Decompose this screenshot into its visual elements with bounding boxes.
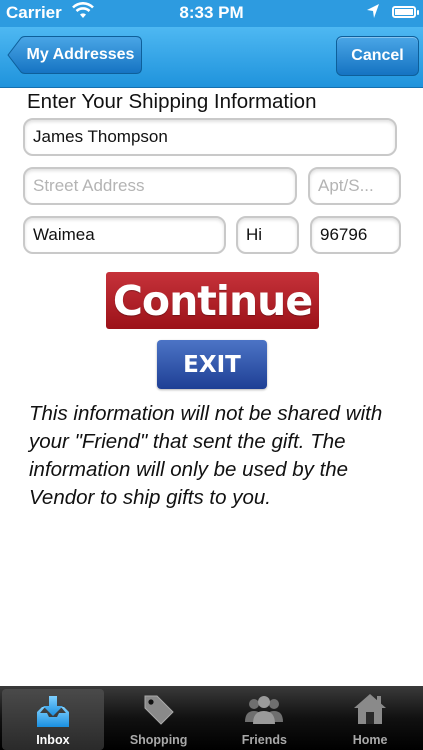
cancel-button[interactable]: Cancel (336, 36, 419, 76)
zip-field[interactable]: 96796 (310, 216, 401, 254)
form-heading: Enter Your Shipping Information (27, 90, 317, 113)
tab-home-label: Home (352, 733, 388, 747)
back-button[interactable]: My Addresses (7, 36, 142, 74)
tab-inbox-label: Inbox (36, 733, 70, 747)
tag-icon (141, 692, 177, 729)
state-field[interactable]: Hi (236, 216, 299, 254)
battery-icon (392, 6, 419, 18)
tab-shopping-label: Shopping (129, 733, 188, 747)
tab-inbox[interactable]: Inbox (2, 689, 104, 750)
exit-button[interactable]: EXIT (157, 340, 267, 389)
continue-button[interactable]: Continue (106, 272, 319, 329)
location-icon (366, 3, 380, 24)
people-icon (243, 692, 285, 729)
street-address-field[interactable]: Street Address (23, 167, 297, 205)
inbox-icon (35, 695, 71, 732)
status-bar: Carrier 8:33 PM (0, 0, 423, 27)
back-button-label: My Addresses (26, 46, 135, 63)
privacy-notice: This information will not be shared with… (29, 402, 383, 509)
home-icon (352, 692, 388, 729)
tab-friends[interactable]: Friends (212, 686, 318, 750)
tab-shopping[interactable]: Shopping (106, 686, 212, 750)
clock: 8:33 PM (179, 3, 244, 22)
navigation-bar: My Addresses Cancel (0, 27, 423, 88)
tab-bar: Inbox Shopping Friends Home (0, 686, 423, 750)
name-field[interactable]: James Thompson (23, 118, 397, 156)
apt-suite-field[interactable]: Apt/S... (308, 167, 401, 205)
city-field[interactable]: Waimea (23, 216, 226, 254)
tab-home[interactable]: Home (317, 686, 423, 750)
tab-friends-label: Friends (241, 733, 287, 747)
